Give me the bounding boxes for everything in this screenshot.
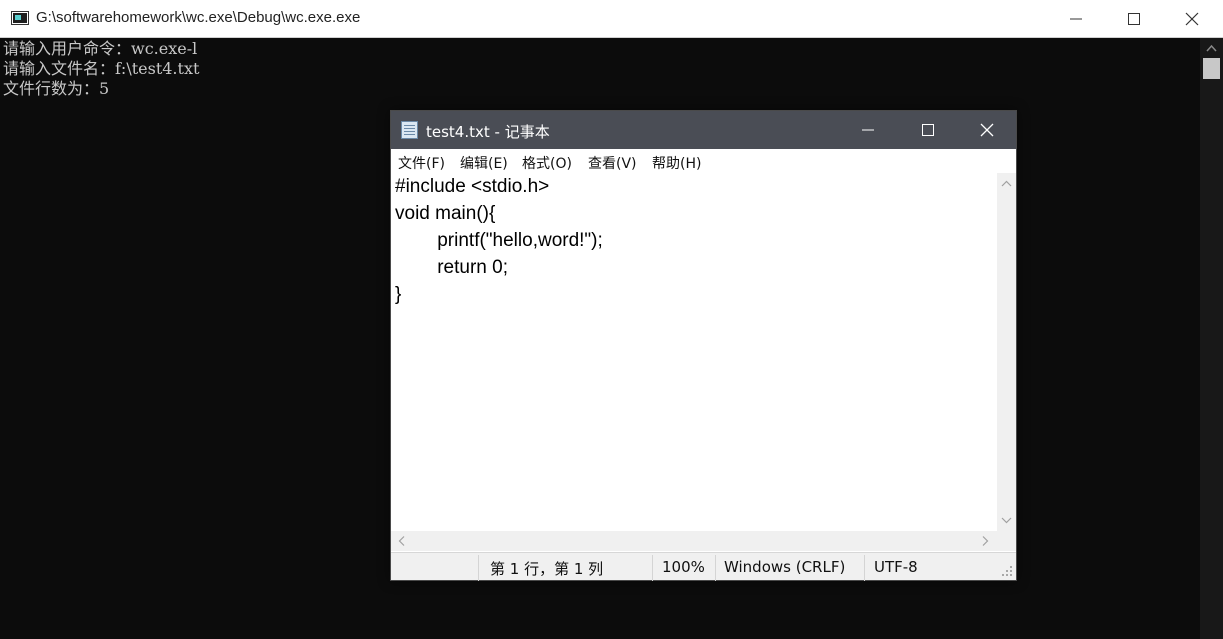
- status-separator: [715, 555, 716, 581]
- status-line-ending: Windows (CRLF): [724, 558, 846, 576]
- editor-line: return 0;: [395, 257, 508, 278]
- console-close-button[interactable]: [1163, 0, 1221, 38]
- status-separator: [652, 555, 653, 581]
- scroll-right-arrow-icon[interactable]: [978, 531, 992, 551]
- console-titlebar[interactable]: G:\softwarehomework\wc.exe\Debug\wc.exe.…: [0, 0, 1223, 38]
- menu-edit[interactable]: 编辑(E): [460, 153, 508, 173]
- notepad-vertical-scrollbar[interactable]: [997, 173, 1016, 531]
- notepad-horizontal-scrollbar[interactable]: [391, 531, 997, 551]
- scroll-down-arrow-icon[interactable]: [997, 513, 1016, 527]
- menu-view[interactable]: 查看(V): [588, 153, 637, 173]
- console-line: 请输入文件名：f:\test4.txt: [3, 59, 200, 78]
- minimize-icon: [862, 129, 874, 131]
- resize-grip-icon[interactable]: [1001, 565, 1013, 577]
- console-minimize-button[interactable]: [1047, 0, 1105, 38]
- status-separator: [864, 555, 865, 581]
- editor-line: printf("hello,word!");: [395, 230, 603, 251]
- console-scroll-thumb[interactable]: [1203, 58, 1220, 79]
- console-line: 请输入用户命令：wc.exe-l: [3, 39, 198, 58]
- status-encoding: UTF-8: [874, 558, 918, 576]
- editor-line: void main(){: [395, 203, 496, 224]
- status-cursor-position: 第 1 行，第 1 列: [490, 560, 604, 578]
- notepad-titlebar[interactable]: test4.txt - 记事本: [391, 111, 1016, 149]
- maximize-icon: [922, 124, 934, 136]
- console-window-title: G:\softwarehomework\wc.exe\Debug\wc.exe.…: [36, 9, 361, 26]
- minimize-icon: [1070, 18, 1082, 20]
- console-app-icon: [11, 11, 29, 25]
- scroll-up-arrow-icon[interactable]: [997, 177, 1016, 191]
- editor-line: }: [395, 284, 402, 305]
- notepad-text-editor[interactable]: #include <stdio.h> void main(){ printf("…: [391, 173, 997, 531]
- console-maximize-button[interactable]: [1105, 0, 1163, 38]
- editor-line: #include <stdio.h>: [395, 176, 550, 197]
- notepad-menubar: 文件(F) 编辑(E) 格式(O) 查看(V) 帮助(H): [391, 149, 1016, 173]
- close-icon: [980, 123, 994, 137]
- notepad-window-title: test4.txt - 记事本: [426, 123, 550, 141]
- notepad-minimize-button[interactable]: [839, 111, 898, 149]
- menu-file[interactable]: 文件(F): [398, 153, 445, 173]
- menu-format[interactable]: 格式(O): [522, 153, 572, 173]
- scroll-left-arrow-icon[interactable]: [395, 531, 409, 551]
- status-zoom: 100%: [662, 558, 705, 576]
- notepad-app-icon: [401, 121, 418, 139]
- notepad-maximize-button[interactable]: [898, 111, 957, 149]
- menu-help[interactable]: 帮助(H): [652, 153, 701, 173]
- notepad-statusbar: 第 1 行，第 1 列 100% Windows (CRLF) UTF-8: [391, 552, 1016, 581]
- console-scrollbar[interactable]: [1200, 38, 1223, 639]
- scrollbar-corner: [997, 531, 1016, 551]
- notepad-close-button[interactable]: [957, 111, 1016, 149]
- maximize-icon: [1128, 13, 1140, 25]
- status-separator: [478, 555, 479, 581]
- notepad-window[interactable]: test4.txt - 记事本 文件(F) 编辑(E) 格式(O) 查看(V) …: [390, 110, 1017, 581]
- close-icon: [1185, 12, 1199, 26]
- console-line: 文件行数为：5: [3, 79, 110, 98]
- scroll-up-arrow-icon[interactable]: [1200, 40, 1223, 58]
